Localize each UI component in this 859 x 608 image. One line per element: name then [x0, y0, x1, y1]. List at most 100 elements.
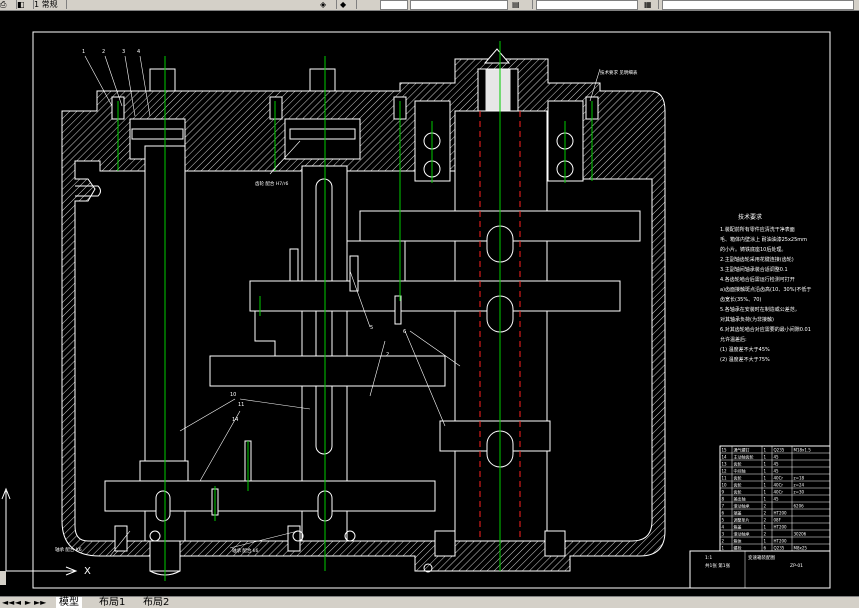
table-cell: z=18 [794, 476, 805, 481]
table-cell: 中间轴 [734, 468, 746, 474]
table-cell: 40Cr [774, 490, 784, 495]
gear-bottom [104, 480, 436, 512]
table-cell: Q235 [774, 546, 785, 551]
annotation-top: 技术要求 见明细表 [600, 69, 638, 76]
annotation-shaft2: 齿轮 配合 H7/r6 [255, 180, 288, 187]
tech-req-line: 5.各轴承在安装时在制造或公差范， [720, 306, 800, 313]
layer-select[interactable] [410, 0, 508, 10]
table-cell: 1 [722, 546, 725, 551]
part-label-4: 4 [137, 49, 140, 55]
layer-dropdown[interactable] [380, 0, 408, 10]
table-cell: 2 [764, 532, 767, 537]
tech-req-line: 允许温差后: [720, 336, 747, 343]
table-cell: 1 [764, 455, 767, 460]
tech-req-line: 4.各齿轮啮合后需运行检测可打开 [720, 276, 795, 283]
properties-icon[interactable]: ◈ [320, 0, 337, 9]
table-cell: 40Cr [774, 483, 784, 488]
table-cell: 1 [764, 469, 767, 474]
table-cell: 滚动轴承 [734, 531, 750, 537]
title-block-title: 变速箱装配图 [748, 554, 775, 561]
table-cell: HT200 [774, 511, 788, 516]
table-cell: 9 [722, 490, 725, 495]
tech-req-line: 2.主副轴齿轮采用花键连接(齿轮) [720, 256, 794, 263]
table-cell: 12 [722, 469, 728, 474]
prev-tab-arrow[interactable]: ◄ [14, 597, 22, 608]
callout-10: 10 [230, 392, 236, 398]
linetype-select[interactable] [662, 0, 854, 10]
table-cell: 1 [764, 462, 767, 467]
table-cell: 箱体 [734, 538, 742, 544]
pan-icon[interactable]: ▤ [512, 0, 533, 9]
table-cell: 45 [774, 469, 780, 474]
table-cell: 45 [774, 497, 780, 502]
first-tab-arrow[interactable]: ◄◄ [2, 597, 14, 608]
annotation-bottom-left: 轴承 配合 K6 [55, 546, 82, 553]
drawing-canvas[interactable]: 1 2 3 4 5 2 6 10 11 14 技术要求 见明细表 齿轮 配合 H… [0, 11, 859, 596]
table-cell: 1 [764, 483, 767, 488]
annotation-bottom-mid: 轴承 配合 k6 [232, 547, 258, 554]
tech-req-lines: 1.装配前所有零件应清洗干净表面毛、箱体内壁涂上 耐油油漆25x25mm 的小片。… [720, 226, 811, 363]
next-tab-arrow[interactable]: ► [24, 597, 32, 608]
table-cell: 6206 [794, 504, 805, 509]
gear-mid-1 [249, 280, 621, 312]
shaft-tip [483, 48, 511, 64]
table-cell: 滚动轴承 [734, 503, 750, 509]
tab-layout2[interactable]: 布局2 [140, 597, 172, 608]
tech-req-line: a)齿面接触斑点沿齿高(10、30%)不低于 [720, 286, 811, 293]
gear-mid-2 [209, 355, 446, 387]
table-cell: 2 [764, 504, 767, 509]
callout-5: 5 [370, 325, 373, 331]
table-cell: 10 [722, 483, 728, 488]
callout-11: 11 [238, 402, 244, 408]
title-block-sheet: 共1张 第1张 [705, 562, 731, 569]
table-cell: 通气螺钉 [734, 447, 750, 453]
table-cell: z=30 [794, 490, 805, 495]
table-cell: z=24 [794, 483, 805, 488]
table-cell: 11 [722, 476, 728, 481]
table-cell: 1 [764, 525, 767, 530]
tab-layout1[interactable]: 布局1 [96, 597, 128, 608]
table-cell: 15 [722, 448, 728, 453]
tab-model[interactable]: 模型 [56, 597, 82, 608]
table-cell: 齿轮 [734, 489, 742, 495]
table-cell: 7 [722, 504, 725, 509]
table-cell: 齿轮 [734, 461, 742, 467]
style-select[interactable] [536, 0, 638, 10]
table-cell: 端盖 [734, 510, 742, 516]
layer-state-label[interactable]: 1 常规 [34, 0, 67, 9]
table-cell: 30206 [794, 532, 807, 537]
plot-icon[interactable]: ⎙ [0, 0, 17, 9]
table-cell: HT200 [774, 525, 788, 530]
table-cell: 主动轴齿轮 [734, 454, 754, 460]
part-label-3: 3 [122, 49, 125, 55]
table-cell: M8x25 [794, 546, 808, 551]
table-cell: 齿轮 [734, 482, 742, 488]
table-cell: 40Cr [774, 476, 784, 481]
table-cell: 6 [764, 546, 767, 551]
table-cell: 螺栓 [734, 545, 742, 551]
tech-req-line: 毛、箱体内壁涂上 耐油油漆25x25mm [720, 236, 807, 243]
tech-req-title: 技术要求 [738, 213, 762, 221]
table-cell: 输出轴 [734, 496, 746, 502]
table-cell: 4 [722, 525, 725, 530]
tech-req-line: 齿宽长(35%、70) [720, 296, 761, 303]
last-tab-arrow[interactable]: ►► [34, 597, 46, 608]
tech-req-line: 6.对其齿轮啮合对应需要的最小间隙0.01 [720, 326, 811, 333]
scroll-stub [0, 571, 6, 585]
table-cell: HT200 [774, 539, 788, 544]
part-label-2: 2 [102, 49, 105, 55]
linetype-icon[interactable]: ▦ [644, 0, 659, 9]
part-label-1: 1 [82, 49, 85, 55]
tech-req-line: 对其轴承负荷(为非接触) [720, 316, 774, 323]
callout-2: 2 [386, 352, 389, 358]
table-cell: 调整垫片 [734, 517, 750, 523]
layers-icon[interactable]: ◧ [17, 0, 34, 9]
tech-req-line: 3.主副轴间轴承装合适调整0.1 [720, 266, 788, 273]
table-cell: 齿轮 [734, 475, 742, 481]
ucs-x-label: X [84, 566, 91, 577]
table-cell: 1 [764, 476, 767, 481]
table-cell: 1 [764, 539, 767, 544]
parts-list-table: 15 通气螺钉 1 Q235 M18x1.514 主动轴齿轮 1 4513 齿轮 1 4512 中间轴… [689, 445, 831, 589]
match-icon[interactable]: ◆ [340, 0, 357, 9]
title-block-drawing-no: ZP-01 [790, 563, 803, 569]
